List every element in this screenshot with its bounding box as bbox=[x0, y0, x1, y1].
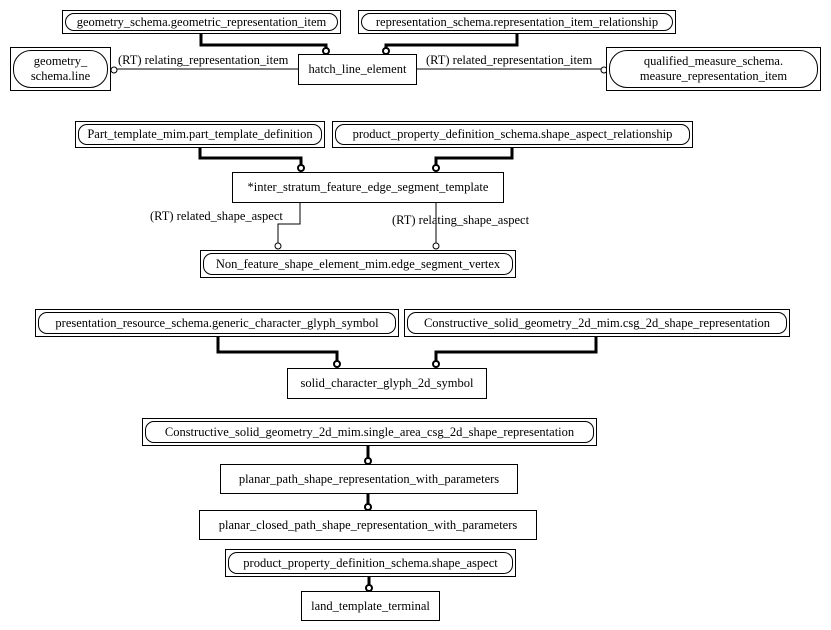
subtype-circle bbox=[432, 360, 440, 368]
entity-label: land_template_terminal bbox=[311, 598, 430, 613]
subtype-line bbox=[434, 337, 598, 361]
entity-label: Constructive_solid_geometry_2d_mim.singl… bbox=[164, 424, 575, 439]
relation-circle bbox=[274, 242, 282, 250]
supertype-box[interactable]: presentation_resource_schema.generic_cha… bbox=[35, 309, 399, 337]
entity-label-line2: measure_representation_item bbox=[639, 69, 788, 83]
subtype-line bbox=[216, 337, 339, 361]
supertype-box[interactable]: product_property_definition_schema.shape… bbox=[332, 121, 693, 148]
entity-reference: Part_template_mim.part_template_definiti… bbox=[78, 124, 322, 145]
supertype-box[interactable]: Part_template_mim.part_template_definiti… bbox=[75, 121, 325, 148]
entity-label: presentation_resource_schema.generic_cha… bbox=[55, 315, 379, 330]
supertype-box[interactable]: Constructive_solid_geometry_2d_mim.singl… bbox=[142, 418, 597, 446]
subtype-circle bbox=[333, 360, 341, 368]
relation-label: (RT) related_shape_aspect bbox=[150, 209, 283, 223]
relation-target-box[interactable]: qualified_measure_schema. measure_repres… bbox=[606, 47, 821, 91]
supertype-box[interactable]: representation_schema.representation_ite… bbox=[358, 10, 676, 34]
entity-box[interactable]: solid_character_glyph_2d_symbol bbox=[287, 368, 487, 399]
entity-label: solid_character_glyph_2d_symbol bbox=[300, 376, 474, 390]
entity-label: Constructive_solid_geometry_2d_mim.csg_2… bbox=[423, 315, 771, 330]
entity-label-line1: qualified_measure_schema. bbox=[643, 54, 784, 68]
entity-box[interactable]: *inter_stratum_feature_edge_segment_temp… bbox=[232, 172, 504, 203]
subtype-line bbox=[199, 33, 328, 50]
entity-reference: geometry_schema.geometric_representation… bbox=[65, 13, 338, 31]
entity-box[interactable]: hatch_line_element bbox=[298, 54, 417, 85]
relation-target-box[interactable]: geometry_ schema.line bbox=[10, 47, 111, 91]
entity-reference: Non_feature_shape_element_mim.edge_segme… bbox=[203, 253, 513, 275]
entity-reference: presentation_resource_schema.generic_cha… bbox=[38, 312, 396, 334]
relation-label: (RT) relating_shape_aspect bbox=[392, 213, 530, 227]
entity-box[interactable]: planar_path_shape_representation_with_pa… bbox=[220, 464, 518, 494]
subtype-circle bbox=[432, 164, 440, 172]
entity-label: planar_closed_path_shape_representation_… bbox=[218, 517, 518, 532]
supertype-box[interactable]: product_property_definition_schema.shape… bbox=[225, 549, 516, 577]
entity-label: planar_path_shape_representation_with_pa… bbox=[238, 471, 500, 486]
supertype-box[interactable]: Constructive_solid_geometry_2d_mim.csg_2… bbox=[404, 309, 790, 337]
entity-reference: Constructive_solid_geometry_2d_mim.csg_2… bbox=[407, 312, 787, 334]
subtype-circle bbox=[297, 164, 305, 172]
relation-circle bbox=[110, 66, 118, 74]
entity-label-line1: geometry_ bbox=[33, 54, 88, 68]
supertype-box[interactable]: geometry_schema.geometric_representation… bbox=[62, 10, 341, 34]
relation-label: (RT) relating_representation_item bbox=[118, 53, 289, 67]
entity-label: hatch_line_element bbox=[308, 62, 407, 76]
entity-box[interactable]: land_template_terminal bbox=[301, 591, 440, 621]
subtype-line bbox=[198, 148, 303, 165]
subtype-line bbox=[434, 148, 514, 165]
entity-reference: geometry_ schema.line bbox=[13, 50, 108, 88]
entity-reference: representation_schema.representation_ite… bbox=[361, 13, 673, 31]
entity-reference: Constructive_solid_geometry_2d_mim.singl… bbox=[145, 421, 594, 443]
entity-reference: qualified_measure_schema. measure_repres… bbox=[609, 50, 818, 88]
entity-label: Non_feature_shape_element_mim.edge_segme… bbox=[215, 256, 501, 271]
entity-label: *inter_stratum_feature_edge_segment_temp… bbox=[247, 180, 489, 194]
entity-label-line2: schema.line bbox=[30, 69, 91, 83]
relation-label: (RT) related_representation_item bbox=[426, 53, 593, 67]
relation-circle bbox=[432, 242, 440, 250]
subtype-line bbox=[384, 33, 519, 50]
entity-reference: product_property_definition_schema.shape… bbox=[335, 124, 690, 145]
entity-label: product_property_definition_schema.shape… bbox=[352, 127, 673, 141]
entity-label: Part_template_mim.part_template_definiti… bbox=[87, 127, 313, 141]
entity-label: product_property_definition_schema.shape… bbox=[243, 555, 498, 570]
entity-box[interactable]: planar_closed_path_shape_representation_… bbox=[199, 510, 537, 540]
relation-target-box[interactable]: Non_feature_shape_element_mim.edge_segme… bbox=[200, 250, 516, 278]
entity-reference: product_property_definition_schema.shape… bbox=[228, 552, 513, 574]
entity-label: representation_schema.representation_ite… bbox=[375, 14, 659, 29]
entity-label: geometry_schema.geometric_representation… bbox=[76, 14, 327, 29]
